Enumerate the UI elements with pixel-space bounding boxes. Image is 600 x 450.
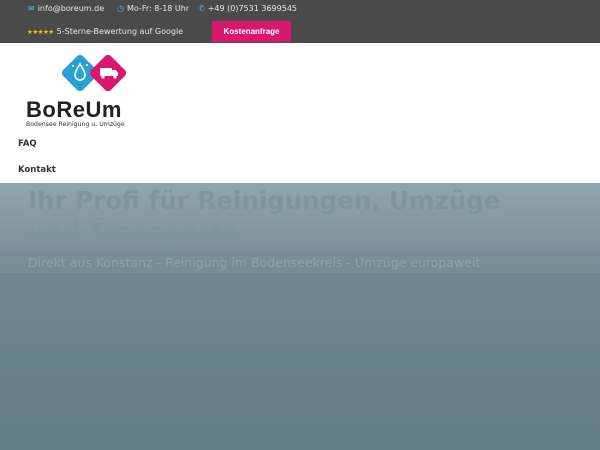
hero-section: Ihr Profi für Reinigungen, Umzüge und Tr… <box>0 183 600 450</box>
logo-mark <box>61 54 127 92</box>
top-bar: ✉ info@boreum.de ◷ Mo-Fr: 8-18 Uhr ✆ +49… <box>0 0 600 43</box>
phone-text: +49 (0)7531 3699545 <box>207 4 297 13</box>
logo-wordmark: BoReUm <box>26 97 122 122</box>
nav-item-faq[interactable]: FAQ <box>18 139 37 149</box>
logo[interactable]: BoReUm Bodensee Reinigung u. Umzüge <box>26 53 138 133</box>
email-link[interactable]: ✉ info@boreum.de <box>28 4 104 13</box>
logo-tagline: Bodensee Reinigung u. Umzüge <box>26 121 125 128</box>
hours-text: Mo-Fr: 8-18 Uhr <box>126 4 190 13</box>
contact-row: ✉ info@boreum.de ◷ Mo-Fr: 8-18 Uhr ✆ +49… <box>0 4 600 18</box>
nav-item-kontakt[interactable]: Kontakt <box>18 165 56 175</box>
hero-subtitle: Direkt aus Konstanz - Reinigung im Boden… <box>28 255 481 270</box>
phone-icon: ✆ <box>198 3 205 13</box>
clock-icon: ◷ <box>117 3 124 13</box>
rating-row: ★★★★★ 5-Sterne-Bewertung auf Google <box>0 24 600 40</box>
email-text: info@boreum.de <box>37 4 105 13</box>
quote-request-button[interactable]: Kostenanfrage <box>212 21 291 42</box>
phone-link[interactable]: ✆ +49 (0)7531 3699545 <box>198 4 297 13</box>
rating-stars: ★★★★★ <box>27 27 54 36</box>
google-rating-link[interactable]: ★★★★★ 5-Sterne-Bewertung auf Google <box>27 27 183 36</box>
rating-text: 5-Sterne-Bewertung auf Google <box>56 27 184 36</box>
envelope-icon: ✉ <box>28 3 35 13</box>
opening-hours: ◷ Mo-Fr: 8-18 Uhr <box>117 4 189 13</box>
hero-title: Ihr Profi für Reinigungen, Umzüge und Tr… <box>28 186 501 247</box>
site-header: BoReUm Bodensee Reinigung u. Umzüge FAQ … <box>0 43 600 183</box>
